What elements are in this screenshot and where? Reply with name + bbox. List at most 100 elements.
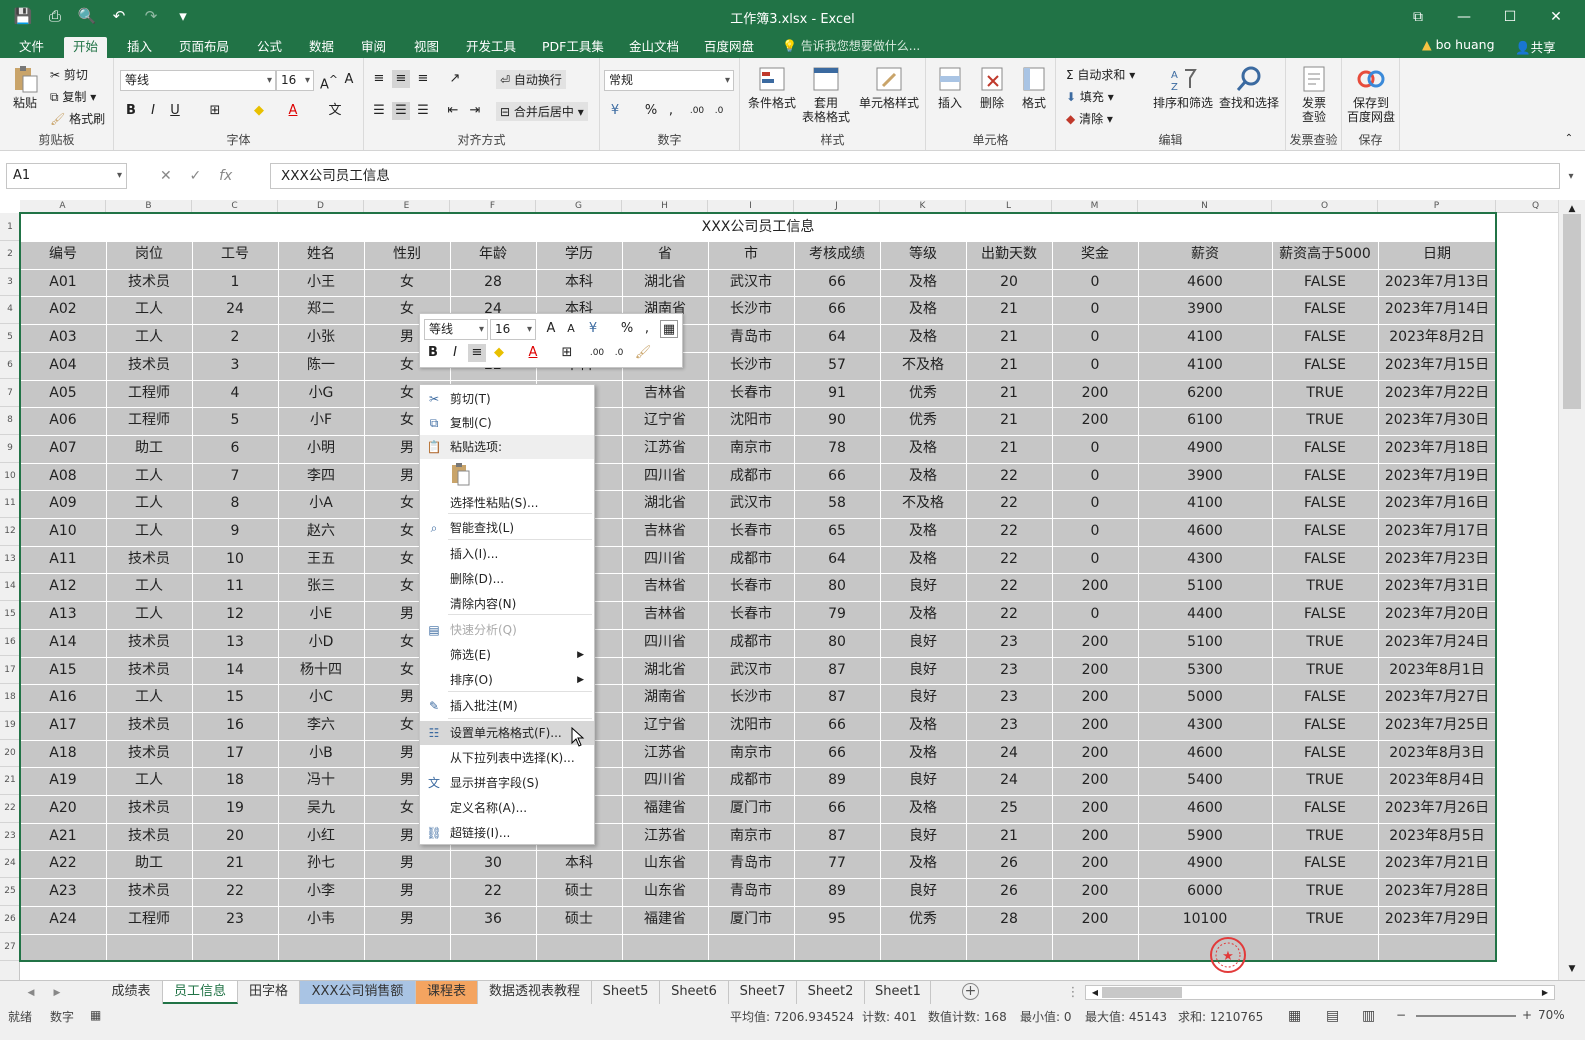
table-cell[interactable]: 王五 [278, 546, 364, 574]
table-cell[interactable]: A06 [20, 407, 106, 435]
copy-button[interactable]: ⧉ 复制 ▾ [50, 88, 96, 105]
table-cell[interactable]: FALSE [1272, 296, 1378, 324]
table-cell[interactable]: 21 [192, 850, 278, 878]
table-cell[interactable]: 优秀 [880, 380, 966, 408]
table-cell[interactable]: 2023年7月29日 [1378, 906, 1496, 934]
table-cell[interactable]: 26 [966, 850, 1052, 878]
table-cell[interactable]: 2023年7月24日 [1378, 629, 1496, 657]
table-cell[interactable]: 16 [192, 712, 278, 740]
zoom-slider[interactable] [1416, 1015, 1516, 1017]
add-sheet-icon[interactable]: + [962, 983, 979, 1000]
table-cell[interactable]: 成都市 [708, 546, 794, 574]
clear-button[interactable]: ◆ 清除 ▾ [1066, 110, 1113, 127]
table-cell[interactable]: 南京市 [708, 435, 794, 463]
table-cell[interactable]: 0 [1052, 324, 1138, 352]
table-cell[interactable]: 4100 [1138, 324, 1272, 352]
align-top-icon[interactable]: ≡ [370, 70, 388, 88]
menu-item[interactable]: 排序(O) ▶ [420, 668, 594, 692]
header-cell[interactable]: 薪资 [1138, 241, 1272, 269]
mini-format-table-icon[interactable]: ▦ [660, 320, 678, 338]
table-cell[interactable]: 技术员 [106, 795, 192, 823]
table-cell[interactable]: 17 [192, 740, 278, 768]
table-cell[interactable]: 技术员 [106, 712, 192, 740]
table-cell[interactable]: 武汉市 [708, 269, 794, 297]
table-cell[interactable]: 长春市 [708, 573, 794, 601]
table-cell[interactable]: 5400 [1138, 767, 1272, 795]
insert-cells-button[interactable]: 插入 [930, 64, 970, 110]
table-cell[interactable]: 小明 [278, 435, 364, 463]
font-size-combo[interactable]: 16 [276, 70, 314, 91]
merge-center-button[interactable]: ⊟ 合并后居中 ▾ [496, 102, 588, 121]
tab-page-layout[interactable]: 页面布局 [170, 37, 238, 58]
table-cell[interactable]: 吴九 [278, 795, 364, 823]
mini-fill-color-icon[interactable]: ◆ [490, 344, 508, 362]
table-cell[interactable]: 22 [966, 518, 1052, 546]
column-header[interactable]: H [622, 200, 708, 213]
table-cell[interactable]: 6 [192, 435, 278, 463]
table-cell[interactable]: 200 [1052, 573, 1138, 601]
table-cell[interactable]: 200 [1052, 906, 1138, 934]
table-cell[interactable]: 4900 [1138, 435, 1272, 463]
table-cell[interactable]: TRUE [1272, 573, 1378, 601]
row-header[interactable]: 22 [0, 795, 20, 823]
font-color-icon[interactable]: A [284, 102, 302, 120]
sheet-tab[interactable]: Sheet6 [660, 981, 729, 1004]
table-cell[interactable]: 19 [192, 795, 278, 823]
row-header[interactable]: 15 [0, 601, 20, 629]
increase-indent-icon[interactable]: ⇥ [466, 102, 484, 120]
menu-item[interactable]: ▤ 快速分析(Q) [420, 618, 594, 642]
mini-comma-icon[interactable]: , [638, 320, 656, 338]
table-cell[interactable]: 4100 [1138, 490, 1272, 518]
table-cell[interactable]: 湖北省 [622, 269, 708, 297]
fill-button[interactable]: ⬇ 填充 ▾ [1066, 88, 1114, 105]
row-header[interactable]: 1 [0, 213, 20, 241]
table-cell[interactable]: 长沙市 [708, 684, 794, 712]
table-cell[interactable]: FALSE [1272, 518, 1378, 546]
table-cell[interactable]: 长沙市 [708, 296, 794, 324]
table-cell[interactable]: A03 [20, 324, 106, 352]
table-cell[interactable]: 厦门市 [708, 795, 794, 823]
row-header[interactable]: 7 [0, 380, 20, 408]
table-cell[interactable]: 四川省 [622, 546, 708, 574]
table-cell[interactable]: 不及格 [880, 352, 966, 380]
table-cell[interactable]: 四川省 [622, 767, 708, 795]
table-cell[interactable]: 陈一 [278, 352, 364, 380]
table-cell[interactable]: 2023年8月4日 [1378, 767, 1496, 795]
tab-baidu[interactable]: 百度网盘 [695, 37, 763, 58]
table-cell[interactable]: 20 [192, 823, 278, 851]
sheet-tab[interactable]: XXX公司销售额 [300, 981, 416, 1004]
table-cell[interactable]: 辽宁省 [622, 712, 708, 740]
table-cell[interactable]: 15 [192, 684, 278, 712]
table-cell[interactable]: 23 [192, 906, 278, 934]
table-cell[interactable]: 6200 [1138, 380, 1272, 408]
table-cell[interactable]: 4 [192, 380, 278, 408]
table-cell[interactable]: TRUE [1272, 767, 1378, 795]
table-cell[interactable]: 小G [278, 380, 364, 408]
menu-item[interactable]: 选择性粘贴(S)... [420, 491, 594, 515]
conditional-format-button[interactable]: 条件格式 [744, 64, 800, 110]
table-cell[interactable]: 小C [278, 684, 364, 712]
table-cell[interactable]: FALSE [1272, 712, 1378, 740]
mini-currency-icon[interactable]: ¥ [584, 320, 602, 338]
table-cell[interactable]: 5900 [1138, 823, 1272, 851]
mini-border-icon[interactable]: ⊞ [558, 344, 576, 362]
tab-formulas[interactable]: 公式 [248, 37, 291, 58]
table-cell[interactable]: 2023年7月23日 [1378, 546, 1496, 574]
table-cell[interactable]: 2023年8月3日 [1378, 740, 1496, 768]
table-cell[interactable]: 男 [364, 850, 450, 878]
table-cell[interactable]: 0 [1052, 296, 1138, 324]
menu-item[interactable]: 文显示拼音字段(S) [420, 771, 594, 795]
table-cell[interactable]: 工人 [106, 518, 192, 546]
scroll-thumb[interactable] [1563, 214, 1581, 409]
table-cell[interactable]: 200 [1052, 740, 1138, 768]
table-cell[interactable]: 64 [794, 324, 880, 352]
tab-home[interactable]: 开始 [64, 37, 108, 58]
table-cell[interactable]: 工人 [106, 573, 192, 601]
mini-percent-icon[interactable]: % [618, 320, 636, 338]
mini-align-center-icon[interactable]: ≡ [468, 344, 486, 362]
table-cell[interactable]: TRUE [1272, 823, 1378, 851]
row-header[interactable]: 10 [0, 463, 20, 491]
table-cell[interactable]: 91 [794, 380, 880, 408]
table-cell[interactable]: 2023年7月20日 [1378, 601, 1496, 629]
header-cell[interactable]: 奖金 [1052, 241, 1138, 269]
